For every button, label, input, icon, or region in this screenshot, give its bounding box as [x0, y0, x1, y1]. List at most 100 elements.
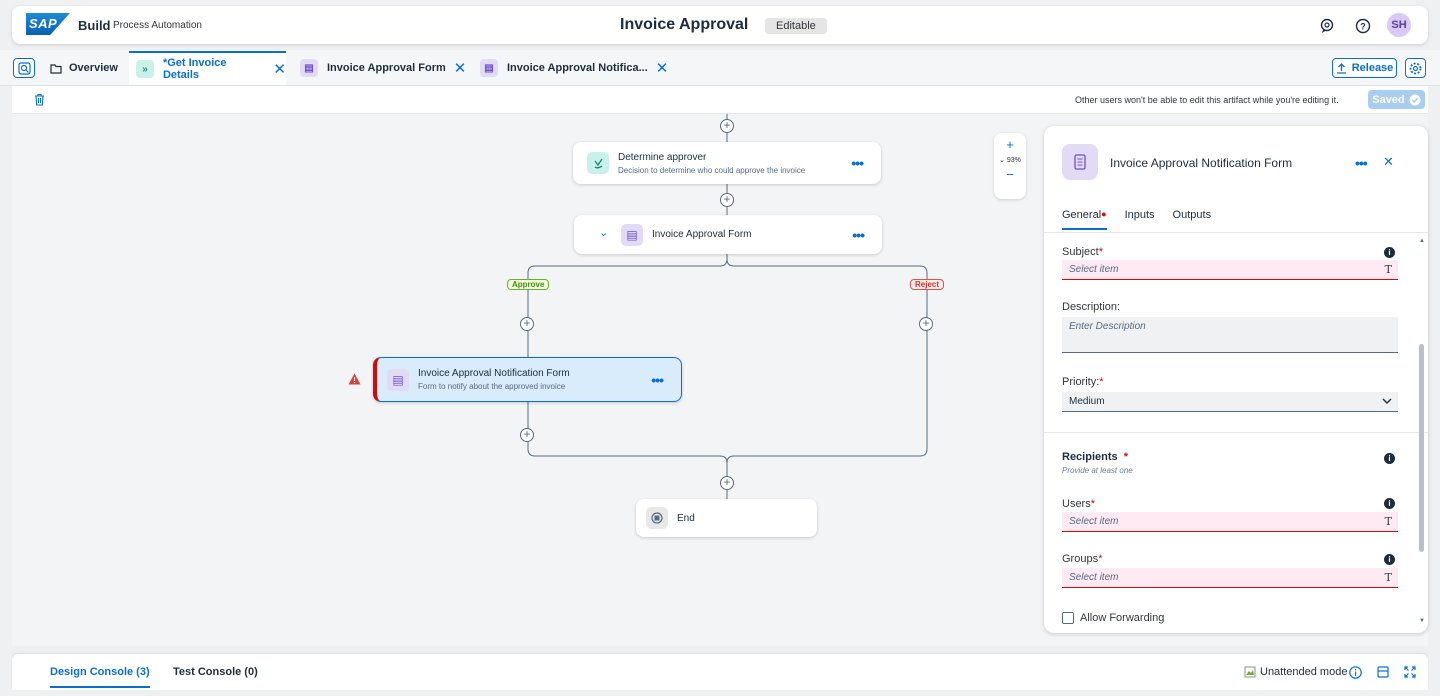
- notification-form-node[interactable]: ▤ Invoice Approval Notification Form For…: [373, 357, 682, 402]
- form-node[interactable]: ⌄ ▤ Invoice Approval Form •••: [574, 215, 882, 254]
- unattended-mode-label: Unattended mode: [1260, 666, 1348, 678]
- folder-icon: [50, 63, 62, 74]
- add-step-button[interactable]: +: [520, 317, 534, 331]
- tab-outputs[interactable]: Outputs: [1173, 209, 1212, 230]
- settings-button[interactable]: [1405, 58, 1426, 78]
- allow-forwarding-label: Allow Forwarding: [1080, 612, 1165, 624]
- avatar[interactable]: SH: [1387, 13, 1411, 37]
- release-button[interactable]: Release: [1332, 58, 1397, 78]
- recipients-title: Recipients *: [1062, 451, 1128, 463]
- scroll-down-icon[interactable]: ▼: [1419, 618, 1425, 624]
- description-field[interactable]: Enter Description: [1062, 317, 1398, 353]
- node-subtitle: Form to notify about the approved invoic…: [418, 382, 566, 391]
- help-icon[interactable]: ?: [1355, 18, 1371, 34]
- tab-label: Invoice Approval Notifica...: [507, 62, 648, 74]
- more-icon[interactable]: •••: [1355, 155, 1368, 171]
- page-title: Invoice Approval: [620, 16, 749, 33]
- zoom-level[interactable]: ⌄ 93%: [994, 156, 1026, 164]
- zoom-in-icon[interactable]: +: [994, 137, 1026, 152]
- node-title: Determine approver: [618, 151, 707, 163]
- add-step-button[interactable]: +: [919, 317, 933, 331]
- tab-get-invoice-details[interactable]: » *Get Invoice Details ✕: [129, 51, 286, 85]
- priority-value: Medium: [1069, 396, 1105, 407]
- svg-text:?: ?: [1360, 22, 1366, 32]
- more-icon[interactable]: •••: [851, 155, 864, 171]
- end-node[interactable]: End: [636, 499, 817, 537]
- subject-field[interactable]: Select item T: [1062, 260, 1398, 280]
- text-type-icon[interactable]: T: [1385, 263, 1392, 276]
- stop-icon: [646, 507, 668, 529]
- panel-scrollbar[interactable]: ▲ ▼: [1419, 238, 1425, 624]
- tab-label: General: [1062, 209, 1102, 221]
- form-icon: ▤: [387, 368, 409, 391]
- add-step-button[interactable]: +: [720, 476, 734, 490]
- close-icon[interactable]: ✕: [1383, 154, 1394, 170]
- close-icon[interactable]: ✕: [273, 60, 286, 78]
- sap-logo[interactable]: SAP: [26, 13, 70, 35]
- fullscreen-icon[interactable]: [1404, 666, 1416, 678]
- info-icon[interactable]: i: [1384, 453, 1395, 464]
- properties-panel: Invoice Approval Notification Form ••• ✕…: [1044, 126, 1428, 633]
- tab-design-console[interactable]: Design Console (3): [50, 666, 150, 688]
- saved-button[interactable]: Saved: [1368, 90, 1425, 109]
- required-mark: *: [1090, 498, 1096, 510]
- add-step-button[interactable]: +: [720, 119, 734, 133]
- scrollbar-thumb[interactable]: [1419, 344, 1424, 552]
- text-type-icon[interactable]: T: [1385, 571, 1392, 584]
- feedback-icon[interactable]: [1319, 18, 1335, 34]
- broken-image-icon: [1244, 666, 1256, 678]
- tab-label: *Get Invoice Details: [162, 57, 227, 81]
- decision-node[interactable]: Determine approver Decision to determine…: [573, 142, 881, 184]
- tab-invoice-approval-notification[interactable]: ▤ Invoice Approval Notifica... ✕: [480, 51, 668, 85]
- add-step-button[interactable]: +: [720, 193, 734, 207]
- allow-forwarding-checkbox[interactable]: [1062, 612, 1074, 624]
- info-icon[interactable]: i: [1384, 554, 1395, 565]
- warning-icon[interactable]: [348, 373, 361, 385]
- brand-name: Build: [78, 18, 111, 33]
- process-icon: »: [136, 60, 154, 78]
- text-type-icon[interactable]: T: [1385, 515, 1392, 528]
- status-badge: Editable: [765, 18, 827, 34]
- info-icon[interactable]: [1349, 666, 1362, 679]
- shell-bar: SAP Build Process Automation Invoice App…: [12, 6, 1428, 44]
- panel-title: Invoice Approval Notification Form: [1110, 156, 1293, 170]
- delete-icon[interactable]: [34, 93, 45, 106]
- saved-label: Saved: [1372, 93, 1405, 106]
- more-icon[interactable]: •••: [651, 372, 664, 388]
- panel-toggle-icon[interactable]: [1377, 666, 1389, 678]
- tab-bar: Overview » *Get Invoice Details ✕ ▤ Invo…: [0, 50, 1440, 86]
- description-label: Description:: [1062, 301, 1121, 313]
- close-icon[interactable]: ✕: [656, 59, 669, 77]
- find-in-page-icon: [17, 61, 31, 75]
- scroll-up-icon[interactable]: ▲: [1419, 238, 1425, 244]
- subject-label-text: Subject: [1062, 246, 1099, 258]
- users-label-text: Users: [1062, 498, 1091, 510]
- tab-overview[interactable]: Overview: [50, 51, 118, 85]
- tab-general[interactable]: General●: [1062, 209, 1107, 230]
- info-icon[interactable]: i: [1384, 247, 1395, 258]
- tab-inputs[interactable]: Inputs: [1125, 209, 1155, 230]
- product-name: Process Automation: [113, 20, 202, 31]
- zoom-out-icon[interactable]: −: [994, 167, 1026, 182]
- node-subtitle: Decision to determine who could approve …: [618, 165, 806, 175]
- users-field[interactable]: Select item T: [1062, 512, 1398, 532]
- close-icon[interactable]: ✕: [454, 59, 467, 77]
- chevron-down-icon[interactable]: ⌄: [599, 226, 608, 239]
- tab-label: Overview: [69, 62, 118, 74]
- priority-select[interactable]: Medium: [1062, 392, 1398, 412]
- tab-invoice-approval-form[interactable]: ▤ Invoice Approval Form ✕: [300, 51, 466, 85]
- form-icon: ▤: [621, 223, 643, 246]
- console-bar: Design Console (3) Test Console (0) Unat…: [12, 654, 1428, 690]
- tab-test-console[interactable]: Test Console (0): [173, 666, 258, 678]
- divider: [1044, 432, 1428, 433]
- groups-field[interactable]: Select item T: [1062, 568, 1398, 588]
- reject-branch-label: Reject: [910, 279, 945, 290]
- recipients-title-text: Recipients: [1062, 451, 1118, 463]
- more-icon[interactable]: •••: [852, 227, 865, 243]
- subject-placeholder: Select item: [1069, 264, 1119, 275]
- lock-note: Other users won't be able to edit this a…: [1075, 95, 1339, 105]
- add-step-button[interactable]: +: [520, 428, 534, 442]
- find-button[interactable]: [13, 58, 35, 78]
- release-label: Release: [1351, 62, 1394, 74]
- info-icon[interactable]: i: [1384, 498, 1395, 509]
